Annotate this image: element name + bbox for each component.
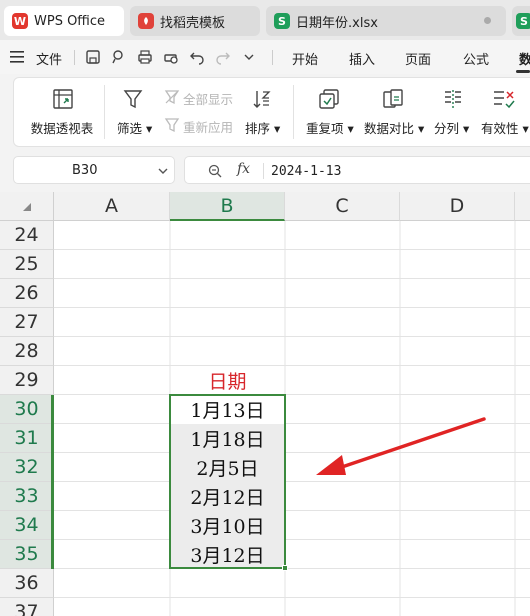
hamburger-menu-icon[interactable]	[10, 51, 24, 63]
cell-b32[interactable]: 2月5日	[170, 453, 285, 482]
duplicates-label: 重复项	[306, 121, 344, 136]
cell-reference: B30	[72, 163, 98, 178]
pivot-table-button[interactable]: 数据透视表	[30, 118, 94, 137]
pivot-table-icon	[53, 89, 73, 109]
tab-spreadsheet-2[interactable]: S	[512, 6, 530, 36]
menu-file[interactable]: 文件	[36, 49, 62, 68]
divider	[74, 50, 75, 65]
row-header-36[interactable]: 36	[0, 569, 54, 598]
wps-logo-icon: W	[12, 13, 28, 29]
split-columns-label: 分列	[434, 121, 460, 136]
docer-icon	[138, 13, 154, 29]
filter-button[interactable]: 筛选 ▾	[117, 118, 152, 137]
row-header-25[interactable]: 25	[0, 250, 54, 279]
row-header-29[interactable]: 29	[0, 366, 54, 395]
chevron-down-icon[interactable]	[240, 48, 258, 66]
annotation-arrow-icon	[316, 417, 486, 475]
zoom-search-icon[interactable]	[207, 163, 223, 179]
sort-icon	[253, 91, 271, 108]
title-tab-bar: W WPS Office 找稻壳模板 S 日期年份.xlsx S	[0, 0, 530, 40]
divider	[104, 85, 105, 139]
spreadsheet-grid[interactable]: A B C D 24 25 26 27 28 29 30 31 32 33 34…	[0, 192, 530, 616]
duplicates-icon	[319, 89, 339, 109]
row-header-26[interactable]: 26	[0, 279, 54, 308]
print-icon[interactable]	[136, 48, 154, 66]
tab-label: 找稻壳模板	[160, 15, 226, 31]
data-compare-button[interactable]: 数据对比 ▾	[364, 118, 424, 137]
column-header-c[interactable]: C	[285, 192, 400, 221]
menu-bar: 文件 开始 插入 页面 公式 数	[0, 40, 530, 74]
menu-tab-page[interactable]: 页面	[405, 49, 431, 68]
row-header-28[interactable]: 28	[0, 337, 54, 366]
divider	[263, 163, 264, 179]
reapply-button[interactable]: 重新应用	[183, 117, 233, 136]
fx-icon[interactable]: fx	[237, 161, 250, 177]
chevron-down-icon[interactable]	[157, 166, 169, 176]
name-box[interactable]: B30	[13, 156, 175, 184]
row-header-30[interactable]: 30	[0, 395, 54, 424]
menu-tab-data[interactable]: 数	[519, 49, 530, 68]
data-compare-icon	[383, 89, 403, 108]
row-header-31[interactable]: 31	[0, 424, 54, 453]
ribbon-toolbar: 数据透视表 筛选 ▾ 全部显示 重新应用 排序 ▾ 重复项 ▾ 数据对比 ▾ 分…	[13, 77, 530, 147]
column-header-e[interactable]	[515, 192, 530, 221]
menu-tab-insert[interactable]: 插入	[349, 49, 375, 68]
cell-b29-header[interactable]: 日期	[170, 366, 285, 395]
filter-label: 筛选	[117, 121, 143, 136]
row-header-34[interactable]: 34	[0, 511, 54, 540]
save-icon[interactable]	[84, 48, 102, 66]
column-header-a[interactable]: A	[54, 192, 170, 221]
corner-triangle-icon	[23, 203, 31, 211]
undo-icon[interactable]	[188, 48, 206, 66]
fill-handle[interactable]	[282, 565, 288, 571]
unsaved-dot-icon	[484, 17, 491, 24]
row-header-35[interactable]: 35	[0, 540, 54, 569]
tab-label: 日期年份.xlsx	[296, 15, 378, 31]
column-header-d[interactable]: D	[400, 192, 515, 221]
row-header-33[interactable]: 33	[0, 482, 54, 511]
row-header-24[interactable]: 24	[0, 221, 54, 250]
duplicates-button[interactable]: 重复项 ▾	[306, 118, 354, 137]
validity-icon	[494, 91, 515, 109]
tab-spreadsheet-file[interactable]: S 日期年份.xlsx	[266, 6, 506, 36]
divider	[272, 50, 273, 65]
validity-label: 有效性	[481, 121, 519, 136]
menu-tab-home[interactable]: 开始	[292, 49, 318, 68]
divider	[293, 85, 294, 139]
row-header-37[interactable]: 37	[0, 598, 54, 616]
reapply-icon	[164, 118, 180, 133]
row-header-27[interactable]: 27	[0, 308, 54, 337]
share-icon[interactable]	[110, 48, 128, 66]
tab-wps-office[interactable]: W WPS Office	[4, 6, 124, 36]
split-columns-button[interactable]: 分列 ▾	[434, 118, 469, 137]
filter-icon	[123, 90, 143, 109]
cell-b35[interactable]: 3月12日	[170, 540, 285, 569]
menu-tab-formulas[interactable]: 公式	[463, 49, 489, 68]
column-header-b[interactable]: B	[170, 192, 285, 221]
spreadsheet-icon: S	[274, 13, 290, 29]
print-preview-icon[interactable]	[162, 48, 180, 66]
formula-bar: fx	[184, 156, 530, 184]
tab-label: WPS Office	[34, 13, 106, 29]
cell-b34[interactable]: 3月10日	[170, 511, 285, 540]
cell-b30[interactable]: 1月13日	[170, 395, 285, 424]
redo-icon[interactable]	[214, 48, 232, 66]
spreadsheet-icon: S	[516, 13, 530, 29]
cell-b33[interactable]: 2月12日	[170, 482, 285, 511]
show-all-icon	[164, 90, 180, 105]
tab-docer-templates[interactable]: 找稻壳模板	[130, 6, 260, 36]
data-compare-label: 数据对比	[364, 121, 415, 136]
sort-button[interactable]: 排序 ▾	[245, 118, 280, 137]
sort-label: 排序	[245, 121, 271, 136]
validity-button[interactable]: 有效性 ▾	[481, 118, 529, 137]
formula-input[interactable]	[271, 161, 511, 181]
cell-b31[interactable]: 1月18日	[170, 424, 285, 453]
row-header-32[interactable]: 32	[0, 453, 54, 482]
active-tab-indicator	[516, 70, 530, 73]
show-all-button[interactable]: 全部显示	[183, 89, 233, 108]
split-columns-icon	[445, 90, 461, 108]
select-all-corner[interactable]	[0, 192, 54, 221]
